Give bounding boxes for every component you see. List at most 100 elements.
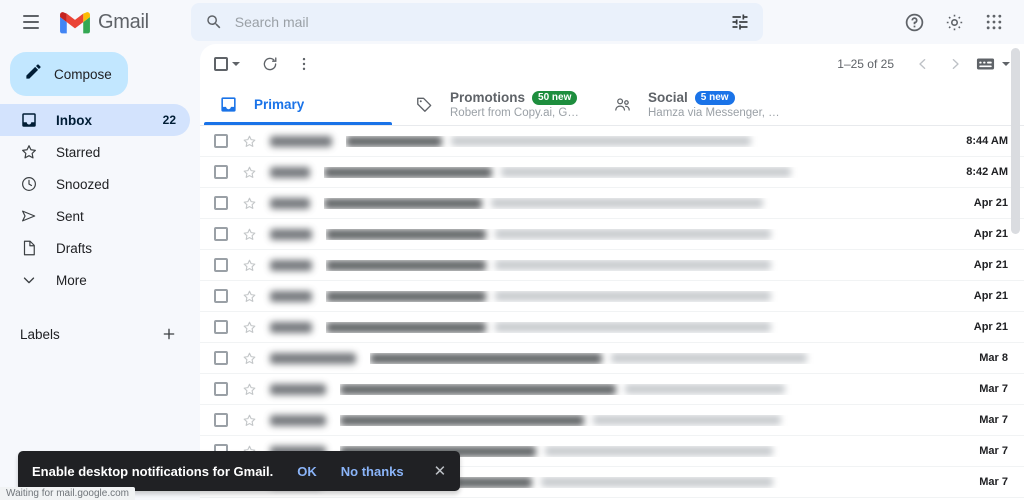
caret-down-icon[interactable] — [1002, 62, 1010, 66]
row-subject — [326, 259, 486, 271]
apps-grid-icon[interactable] — [978, 6, 1010, 38]
desktop-notifications-toast: Enable desktop notifications for Gmail. … — [18, 451, 461, 491]
row-checkbox[interactable] — [214, 258, 228, 272]
compose-button[interactable]: Compose — [10, 52, 128, 96]
sidebar-item-label: Sent — [56, 208, 84, 224]
next-page-button[interactable] — [940, 49, 970, 79]
sidebar-item-drafts[interactable]: Drafts — [0, 232, 190, 264]
sidebar-item-label: Snoozed — [56, 176, 110, 192]
row-checkbox[interactable] — [214, 351, 228, 365]
table-row[interactable]: 8:42 AM — [200, 157, 1024, 188]
row-checkbox[interactable] — [214, 413, 228, 427]
tab-subtitle: Robert from Copy.ai, Garrett fro... — [450, 107, 580, 119]
gear-icon[interactable] — [938, 6, 970, 38]
star-icon[interactable] — [240, 411, 258, 429]
search-icon[interactable] — [203, 11, 225, 33]
input-tools-button[interactable] — [972, 53, 1014, 75]
star-icon[interactable] — [240, 194, 258, 212]
table-row[interactable]: Mar 7 — [200, 405, 1024, 436]
row-checkbox[interactable] — [214, 165, 228, 179]
row-subject — [346, 135, 442, 147]
app-body: Compose Inbox 22 Starred Snoozed Sent Dr… — [0, 44, 1024, 500]
row-checkbox[interactable] — [214, 382, 228, 396]
star-icon[interactable] — [240, 163, 258, 181]
plus-icon[interactable] — [158, 323, 180, 345]
scrollbar-thumb[interactable] — [1011, 48, 1020, 234]
mail-list-scrollbar[interactable] — [1010, 46, 1021, 500]
star-icon[interactable] — [240, 256, 258, 274]
select-all-control[interactable] — [214, 57, 240, 71]
table-row[interactable]: Apr 21 — [200, 219, 1024, 250]
row-subject — [326, 290, 486, 302]
star-icon[interactable] — [240, 318, 258, 336]
sidebar-item-snoozed[interactable]: Snoozed — [0, 168, 190, 200]
tab-primary[interactable]: Primary — [200, 84, 396, 125]
sidebar-item-starred[interactable]: Starred — [0, 136, 190, 168]
table-row[interactable]: Apr 21 — [200, 312, 1024, 343]
table-row[interactable]: Mar 7 — [200, 374, 1024, 405]
keyboard-icon — [976, 58, 995, 70]
star-icon[interactable] — [240, 132, 258, 150]
toast-no-thanks-button[interactable]: No thanks — [341, 464, 404, 479]
inbox-icon — [20, 111, 38, 129]
row-sender — [270, 228, 312, 240]
caret-down-icon[interactable] — [232, 62, 240, 66]
row-content — [324, 197, 952, 209]
row-subject — [340, 383, 616, 395]
prev-page-button[interactable] — [908, 49, 938, 79]
row-subject — [370, 352, 602, 364]
row-subject — [324, 197, 482, 209]
gmail-m-icon — [60, 11, 90, 33]
row-checkbox[interactable] — [214, 196, 228, 210]
hamburger-icon[interactable] — [14, 5, 48, 39]
row-sender — [270, 135, 332, 147]
chevron-down-icon — [20, 271, 38, 289]
sidebar-item-more[interactable]: More — [0, 264, 190, 296]
sidebar-item-sent[interactable]: Sent — [0, 200, 190, 232]
table-row[interactable]: 8:44 AM — [200, 126, 1024, 157]
inbox-category-tabs: Primary Promotions 50 new Robert from Co… — [200, 84, 1024, 126]
star-icon[interactable] — [240, 287, 258, 305]
search-input[interactable] — [234, 14, 729, 30]
table-row[interactable]: Apr 21 — [200, 188, 1024, 219]
star-icon[interactable] — [240, 225, 258, 243]
sidebar-nav: Inbox 22 Starred Snoozed Sent Drafts Mor… — [0, 104, 200, 296]
row-snippet — [501, 167, 791, 177]
row-snippet — [625, 384, 785, 394]
row-checkbox[interactable] — [214, 134, 228, 148]
tune-filter-icon[interactable] — [729, 11, 751, 33]
inbox-tab-icon — [218, 95, 238, 115]
pagination-controls: 1–25 of 25 — [837, 49, 1018, 79]
social-new-badge: 5 new — [694, 90, 735, 105]
row-sender — [270, 290, 312, 302]
toast-message: Enable desktop notifications for Gmail. — [32, 463, 274, 479]
table-row[interactable]: Mar 8 — [200, 343, 1024, 374]
more-vertical-icon — [302, 57, 306, 71]
sidebar-item-label: Drafts — [56, 240, 93, 256]
tab-social[interactable]: Social 5 new Hamza via Messenger, Facebo… — [594, 84, 794, 125]
row-subject — [324, 166, 492, 178]
help-circle-icon[interactable] — [898, 6, 930, 38]
row-sender — [270, 414, 326, 426]
row-snippet — [451, 136, 751, 146]
row-checkbox[interactable] — [214, 227, 228, 241]
table-row[interactable]: Apr 21 — [200, 250, 1024, 281]
mail-toolbar: 1–25 of 25 — [200, 44, 1024, 84]
search-bar[interactable] — [190, 3, 763, 41]
gmail-logo[interactable]: Gmail — [60, 11, 149, 34]
chevron-left-icon — [919, 59, 926, 69]
close-icon[interactable]: ✕ — [434, 462, 447, 480]
sidebar-item-inbox[interactable]: Inbox 22 — [0, 104, 190, 136]
star-icon[interactable] — [240, 380, 258, 398]
tab-promotions[interactable]: Promotions 50 new Robert from Copy.ai, G… — [396, 84, 594, 125]
row-checkbox[interactable] — [214, 320, 228, 334]
row-checkbox[interactable] — [214, 289, 228, 303]
refresh-button[interactable] — [254, 48, 286, 80]
table-row[interactable]: Apr 21 — [200, 281, 1024, 312]
checkbox-icon[interactable] — [214, 57, 228, 71]
star-icon[interactable] — [240, 349, 258, 367]
more-options-button[interactable] — [288, 48, 320, 80]
toast-ok-button[interactable]: OK — [297, 464, 317, 479]
row-subject — [340, 414, 584, 426]
row-sender — [270, 259, 312, 271]
